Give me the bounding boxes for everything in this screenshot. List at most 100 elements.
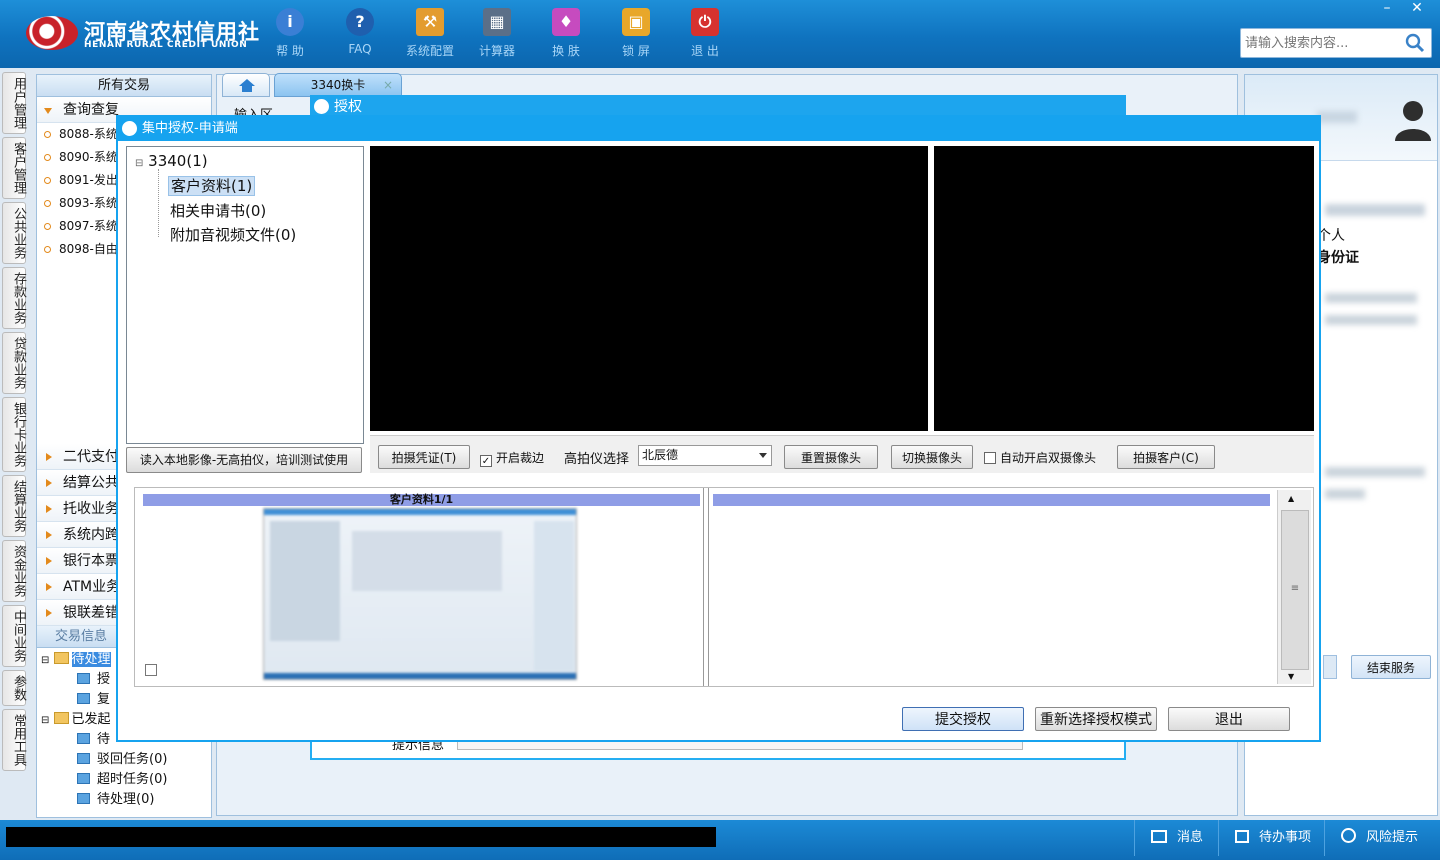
auto-crop-checkbox[interactable]: ✓ 开启裁边 [480, 449, 544, 467]
document-icon [77, 773, 90, 784]
vertical-tabs: 用户管理 客户管理 公共业务 存款业务 贷款业务 银行卡业务 结算业务 资金业务… [2, 72, 28, 774]
toolbox-icon: ⚒ [416, 8, 444, 36]
system-config-label: 系统配置 [405, 44, 454, 58]
tree-label: 已发起 [71, 712, 111, 727]
logout-label: 退 出 [691, 44, 719, 58]
vtab-funds[interactable]: 资金业务 [2, 540, 26, 602]
tree-node-pending-count[interactable]: 待处理(0) [41, 790, 211, 810]
minimize-button[interactable]: – [1372, 0, 1402, 16]
thumb-statusbar [264, 673, 576, 679]
scroll-up-icon[interactable]: ▲ [1288, 494, 1294, 503]
question-icon: ? [346, 8, 374, 36]
customer-account [1325, 315, 1417, 325]
scanner-select-label: 高拍仪选择 [564, 452, 630, 467]
calculator-button[interactable]: ▦ 计算器 [467, 8, 527, 59]
tab-label: 3340换卡 [310, 78, 366, 92]
document-icon [77, 793, 90, 804]
dual-camera-label: 自动开启双摄像头 [1000, 451, 1097, 465]
tree-node-applications[interactable]: 相关申请书(0) [170, 200, 266, 221]
calculator-icon: ▦ [483, 8, 511, 36]
auth-icon [314, 99, 329, 114]
vtab-user-management[interactable]: 用户管理 [2, 72, 26, 134]
todo-button[interactable]: 待办事项 [1218, 820, 1324, 856]
messages-button[interactable]: 消息 [1134, 820, 1226, 856]
risk-label: 风险提示 [1366, 830, 1419, 845]
document-tree: ⊟ 3340(1) 客户资料(1) 相关申请书(0) 附加音视频文件(0) [126, 146, 364, 444]
thumb-content [352, 531, 502, 591]
help-label: 帮 助 [276, 44, 304, 58]
scanner-select[interactable]: 北辰德 [638, 445, 772, 466]
todo-label: 待办事项 [1259, 830, 1312, 845]
document-icon [77, 753, 90, 764]
submit-authorization-button[interactable]: 提交授权 [902, 707, 1024, 731]
tree-node-media[interactable]: 附加音视频文件(0) [170, 224, 296, 245]
panel-button-hidden[interactable] [1323, 655, 1337, 679]
tree-node-customer-data[interactable]: 客户资料(1) [168, 175, 256, 196]
tree-node-timeout[interactable]: 超时任务(0) [41, 770, 211, 790]
capture-customer-button[interactable]: 拍摄客户(C) [1117, 445, 1215, 469]
folder-icon [53, 652, 69, 664]
dialog-title: 集中授权-申请端 [142, 121, 238, 136]
switch-camera-button[interactable]: 切换摄像头 [891, 445, 973, 469]
chevron-down-icon [759, 453, 767, 458]
tree-node-label: 客户资料(1) [168, 176, 256, 196]
scroll-down-icon[interactable]: ▼ [1288, 672, 1294, 681]
thumbnail-pane-right [708, 488, 1273, 686]
thumbnail-scrollbar[interactable]: ▲ ≡ ▼ [1277, 490, 1311, 684]
risk-alert-button[interactable]: 风险提示 [1324, 820, 1436, 856]
vtab-bank-card[interactable]: 银行卡业务 [2, 397, 26, 472]
vtab-intermediary[interactable]: 中间业务 [2, 605, 26, 667]
dual-camera-checkbox[interactable]: 自动开启双摄像头 [984, 449, 1096, 466]
lock-screen-button[interactable]: ▣ 锁 屏 [606, 8, 666, 59]
tree-node-rejected[interactable]: 驳回任务(0) [41, 750, 211, 770]
vtab-tools[interactable]: 常用工具 [2, 709, 26, 771]
auth-icon [122, 121, 137, 136]
reset-camera-button[interactable]: 重置摄像头 [784, 445, 878, 469]
faq-button[interactable]: ? FAQ [330, 8, 390, 56]
scroll-thumb[interactable]: ≡ [1281, 510, 1309, 670]
skin-label: 换 肤 [552, 44, 580, 58]
end-service-button[interactable]: 结束服务 [1351, 655, 1431, 679]
faq-label: FAQ [348, 42, 372, 56]
tree-label: 授 [97, 672, 111, 687]
vtab-deposit[interactable]: 存款业务 [2, 267, 26, 329]
system-config-button[interactable]: ⚒ 系统配置 [400, 8, 460, 59]
vtab-loan[interactable]: 贷款业务 [2, 332, 26, 394]
customer-name [1317, 111, 1357, 123]
auto-crop-label: 开启裁边 [496, 451, 545, 465]
tab-3340-card[interactable]: 3340换卡 × [274, 73, 402, 97]
vtab-public-business[interactable]: 公共业务 [2, 202, 26, 264]
chat-icon [1341, 828, 1356, 843]
vtab-settlement[interactable]: 结算业务 [2, 475, 26, 537]
capture-voucher-button[interactable]: 拍摄凭证(T) [378, 445, 470, 469]
tree-label: 待 [97, 732, 111, 747]
tree-label: 超时任务(0) [97, 772, 168, 787]
close-button[interactable]: ✕ [1402, 0, 1432, 16]
tree-root[interactable]: ⊟ 3340(1) [135, 152, 208, 170]
read-local-image-button[interactable]: 读入本地影像-无高拍仪，培训测试使用 [126, 447, 362, 473]
tab-close-icon[interactable]: × [383, 74, 393, 96]
search-input[interactable] [1241, 29, 1401, 57]
help-button[interactable]: i 帮 助 [260, 8, 320, 59]
mail-icon [1151, 830, 1167, 843]
rechoose-mode-button[interactable]: 重新选择授权模式 [1035, 707, 1157, 731]
vtab-customer-management[interactable]: 客户管理 [2, 137, 26, 199]
search-icon[interactable] [1405, 33, 1425, 53]
thumbnail-pane-left: 客户资料1/1 [139, 488, 704, 686]
exit-button[interactable]: 退出 [1168, 707, 1290, 731]
customer-type: 个人 [1317, 228, 1345, 244]
scanner-select-value: 北辰德 [642, 448, 679, 462]
tree-root-label: 3340(1) [148, 152, 208, 170]
search-box [1240, 28, 1432, 58]
checkbox-checked-icon: ✓ [480, 455, 492, 467]
thumbnail-image[interactable] [263, 508, 577, 680]
thumbnail-checkbox[interactable] [145, 664, 157, 676]
tree-node-label: 相关申请书(0) [170, 202, 267, 220]
auth-apply-dialog: 集中授权-申请端 ⊟ 3340(1) 客户资料(1) 相关申请书(0) 附加音视… [116, 115, 1321, 742]
logout-button[interactable]: ⏻ 退 出 [675, 8, 735, 59]
home-tab[interactable] [222, 73, 270, 97]
power-icon: ⏻ [691, 8, 719, 36]
vtab-parameters[interactable]: 参数 [2, 670, 26, 706]
document-icon [77, 733, 90, 744]
skin-button[interactable]: ♦ 换 肤 [536, 8, 596, 59]
